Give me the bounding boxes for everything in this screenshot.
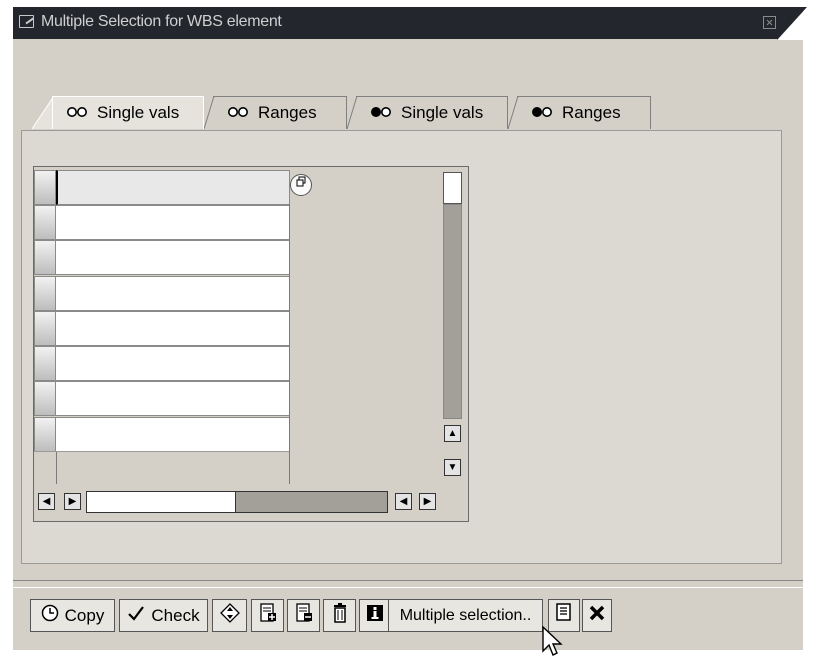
table-row <box>34 311 290 346</box>
check-button[interactable]: Check <box>119 599 208 632</box>
checkmark-icon <box>127 604 145 627</box>
row-selector[interactable] <box>34 381 56 416</box>
value-cell[interactable] <box>56 240 290 275</box>
diamond-arrows-icon <box>219 603 240 628</box>
window-title: Multiple Selection for WBS element <box>41 13 282 30</box>
title-bar-corner <box>777 7 807 40</box>
tab-ranges-exclude[interactable]: Ranges <box>517 96 651 129</box>
multiple-selection-label: Multiple selection.. <box>399 606 532 624</box>
scrollbar-track[interactable] <box>443 204 462 419</box>
tab-slant <box>32 96 54 129</box>
row-selector[interactable] <box>34 417 56 452</box>
scroll-down-button[interactable]: ▼ <box>444 459 461 476</box>
value-cell[interactable] <box>56 276 290 311</box>
tab-slant <box>204 96 215 129</box>
column-divider <box>56 452 57 484</box>
tab-slant <box>347 96 358 129</box>
row-selector[interactable] <box>34 311 56 346</box>
multiple-selection-button[interactable]: Multiple selection.. <box>388 599 543 632</box>
insert-row-icon <box>259 603 277 628</box>
copy-button[interactable]: Copy <box>30 599 115 632</box>
value-cell[interactable] <box>56 346 290 381</box>
title-bar: Multiple Selection for WBS element <box>13 7 803 39</box>
tab-label: Single vals <box>97 103 180 122</box>
table-row <box>34 417 290 452</box>
table-row <box>34 381 290 416</box>
column-scroll-left-button[interactable]: ◀ <box>395 493 412 510</box>
scrollbar-thumb[interactable] <box>443 172 462 204</box>
copy-label: Copy <box>64 605 105 625</box>
tab-single-vals-include[interactable]: Single vals <box>52 96 204 129</box>
help-button[interactable] <box>359 599 391 632</box>
toolbar-divider <box>13 580 803 581</box>
green-circles-icon <box>228 106 250 121</box>
column-scroll-right-button[interactable]: ▶ <box>419 493 436 510</box>
tab-slant <box>508 96 519 129</box>
red-circles-icon <box>532 106 554 121</box>
window-icon <box>19 15 34 28</box>
row-selector[interactable] <box>34 205 56 240</box>
insert-line-button[interactable] <box>251 599 284 632</box>
red-circles-icon <box>371 106 393 121</box>
table-row <box>34 170 290 205</box>
scroll-left-button[interactable]: ◀ <box>38 493 55 510</box>
column-divider <box>289 204 290 484</box>
scroll-right-button[interactable]: ▶ <box>64 493 81 510</box>
delete-row-icon <box>295 603 313 628</box>
green-circles-icon <box>67 106 89 121</box>
tab-label: Ranges <box>562 103 621 122</box>
table-row <box>34 205 290 240</box>
check-label: Check <box>151 605 200 625</box>
table-row <box>34 346 290 381</box>
tab-ranges-include[interactable]: Ranges <box>213 96 347 129</box>
table-row <box>34 276 290 311</box>
scroll-up-button[interactable]: ▲ <box>444 425 461 442</box>
value-cell[interactable] <box>56 311 290 346</box>
close-icon[interactable] <box>763 16 776 29</box>
tab-single-vals-exclude[interactable]: Single vals <box>356 96 508 129</box>
value-cell[interactable] <box>56 417 290 452</box>
value-cell[interactable] <box>56 381 290 416</box>
value-cell[interactable] <box>56 170 290 205</box>
info-icon <box>366 604 384 627</box>
delete-all-button[interactable] <box>323 599 356 632</box>
sort-button[interactable] <box>212 599 247 632</box>
table-divider <box>34 451 290 452</box>
trash-icon <box>332 603 348 628</box>
table-row <box>34 240 290 275</box>
clock-icon <box>41 604 59 627</box>
row-selector[interactable] <box>34 170 56 205</box>
row-selector[interactable] <box>34 346 56 381</box>
clipboard-icon <box>555 603 573 628</box>
mouse-cursor-icon <box>542 626 563 656</box>
value-cell[interactable] <box>56 205 290 240</box>
row-selector[interactable] <box>34 276 56 311</box>
cancel-button[interactable] <box>582 599 612 632</box>
horizontal-scrollbar-thumb[interactable] <box>86 491 236 513</box>
tab-label: Ranges <box>258 103 317 122</box>
row-selector[interactable] <box>34 240 56 275</box>
delete-line-button[interactable] <box>287 599 320 632</box>
close-icon <box>589 605 605 626</box>
details-icon[interactable] <box>290 174 312 196</box>
tab-label: Single vals <box>401 103 484 122</box>
